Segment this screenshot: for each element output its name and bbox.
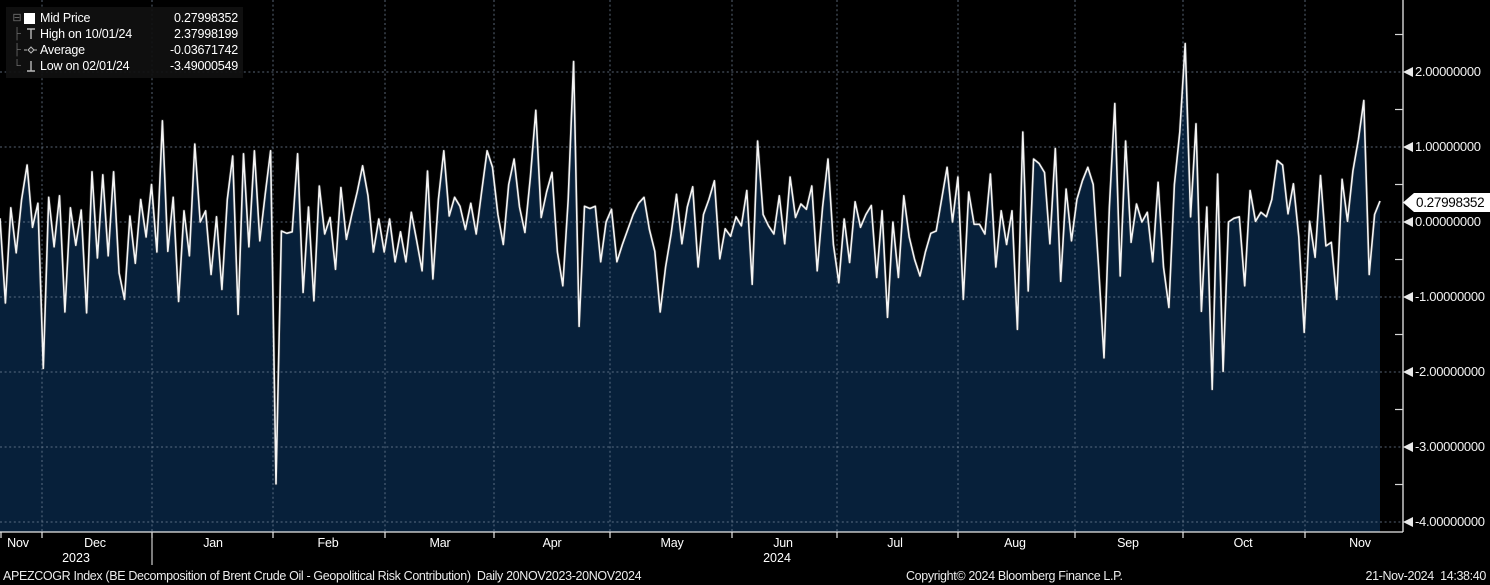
legend-row-mid-price[interactable]: ⊟ Mid Price 0.27998352: [10, 10, 238, 26]
series-swatch: [24, 13, 40, 24]
y-axis-arrow: [1403, 292, 1413, 302]
legend-row-high[interactable]: ├ High on 10/01/24 2.37998199: [10, 26, 238, 42]
y-axis-arrow: [1403, 517, 1413, 527]
legend-label: Average: [40, 43, 85, 57]
y-axis-label: -4.00000000: [1415, 514, 1485, 529]
x-axis-year-label: 2023: [62, 551, 90, 565]
x-axis-month-label: Jan: [203, 536, 223, 550]
y-axis-label: 0.00000000: [1415, 214, 1481, 229]
y-axis-arrow: [1403, 67, 1413, 77]
y-axis-arrow: [1403, 142, 1413, 152]
legend-value: 0.27998352: [174, 11, 238, 25]
x-axis-year-label: 2024: [763, 551, 791, 565]
legend-row-average[interactable]: ├ Average -0.03671742: [10, 42, 238, 58]
footer-bar: APEZCOGR Index (BE Decomposition of Bren…: [0, 567, 1490, 585]
legend-value: 2.37998199: [174, 27, 238, 41]
tree-collapse-icon[interactable]: ⊟: [10, 13, 24, 23]
y-axis-arrow: [1403, 217, 1413, 227]
tree-branch-icon: ├: [10, 29, 24, 39]
y-axis-label: -3.00000000: [1415, 439, 1485, 454]
x-axis-month-label: Apr: [543, 536, 562, 550]
area-fill: [0, 44, 1380, 533]
price-chart-svg[interactable]: [0, 0, 1490, 585]
x-axis-month-label: Nov: [7, 536, 29, 550]
x-axis-month-label: Feb: [318, 536, 339, 550]
legend-value: -3.49000549: [170, 59, 238, 73]
x-axis-month-label: Aug: [1004, 536, 1026, 550]
legend-value: -0.03671742: [170, 43, 238, 57]
tree-corner-icon: └: [10, 61, 24, 71]
y-axis-label: -1.00000000: [1415, 289, 1485, 304]
y-axis-arrow: [1403, 442, 1413, 452]
high-whisker-icon: [24, 27, 40, 41]
y-axis-label: 2.00000000: [1415, 64, 1481, 79]
legend-row-low[interactable]: └ Low on 02/01/24 -3.49000549: [10, 58, 238, 74]
x-axis-month-label: Nov: [1349, 536, 1371, 550]
x-axis-month-label: Jul: [887, 536, 902, 550]
legend-label: Low on 02/01/24: [40, 59, 129, 73]
legend-label: Mid Price: [40, 11, 90, 25]
y-axis-arrow: [1403, 367, 1413, 377]
average-marker-icon: [24, 43, 40, 57]
timestamp-text: 21-Nov-2024 14:38:40: [1365, 569, 1486, 583]
legend-label: High on 10/01/24: [40, 27, 132, 41]
x-axis-month-label: Sep: [1117, 536, 1139, 550]
last-price-tag: 0.27998352: [1403, 193, 1490, 212]
tree-branch-icon: ├: [10, 45, 24, 55]
x-axis-month-label: Mar: [430, 536, 451, 550]
x-axis-month-label: Jun: [773, 536, 793, 550]
copyright-text: Copyright© 2024 Bloomberg Finance L.P.: [906, 569, 1123, 583]
x-axis-month-label: Oct: [1234, 536, 1253, 550]
y-axis-label: -2.00000000: [1415, 364, 1485, 379]
x-axis-month-label: May: [660, 536, 683, 550]
x-axis-month-label: Dec: [84, 536, 106, 550]
bloomberg-chart-screen: ⊟ Mid Price 0.27998352 ├ High on 10/01/2…: [0, 0, 1490, 585]
low-whisker-icon: [24, 59, 40, 73]
legend: ⊟ Mid Price 0.27998352 ├ High on 10/01/2…: [6, 7, 243, 78]
y-axis-label: 1.00000000: [1415, 139, 1481, 154]
chart-title: APEZCOGR Index (BE Decomposition of Bren…: [3, 569, 641, 583]
